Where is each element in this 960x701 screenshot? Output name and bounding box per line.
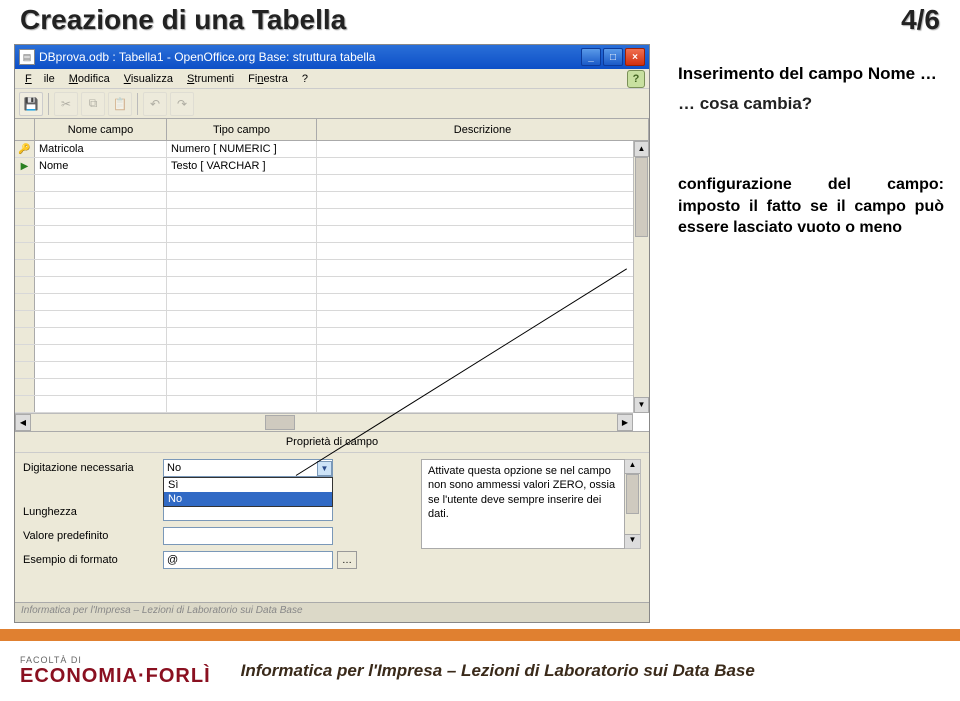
separator	[137, 93, 138, 115]
paste-icon[interactable]: 📋	[108, 92, 132, 116]
window-titlebar[interactable]: ▤ DBprova.odb : Tabella1 - OpenOffice.or…	[15, 45, 649, 69]
prop-required-label: Digitazione necessaria	[23, 462, 163, 474]
col-header-name[interactable]: Nome campo	[35, 119, 167, 140]
scroll-thumb[interactable]	[265, 415, 295, 430]
field-properties-title: Proprietà di campo	[15, 431, 649, 452]
annotation-2: … cosa cambia?	[678, 94, 944, 114]
annotation-3: configurazione del campo: imposto il fat…	[678, 174, 944, 239]
menu-modifica[interactable]: Modifica	[63, 71, 116, 87]
required-dropdown[interactable]: Sì No	[163, 477, 333, 507]
current-row-icon: ▶	[21, 161, 29, 172]
scroll-down-icon[interactable]: ▼	[625, 534, 640, 548]
prop-default-field[interactable]	[163, 527, 333, 545]
slide-footer: FACOLTÀ DI ECONOMIA·FORLÌ Informatica pe…	[0, 629, 960, 701]
separator	[48, 93, 49, 115]
scroll-up-icon[interactable]: ▲	[634, 141, 649, 157]
menubar: File Modifica Visualizza Strumenti Fines…	[15, 69, 649, 89]
annotations: Inserimento del campo Nome … … cosa camb…	[650, 44, 960, 623]
help-text: Attivate questa opzione se nel campo non…	[421, 459, 625, 549]
scroll-up-icon[interactable]: ▲	[625, 460, 640, 474]
prop-required-value: No	[167, 462, 181, 474]
vertical-scrollbar[interactable]: ▲ ▼	[633, 141, 649, 413]
app-window: ▤ DBprova.odb : Tabella1 - OpenOffice.or…	[14, 44, 650, 623]
minimize-button[interactable]: _	[581, 48, 601, 66]
scroll-thumb[interactable]	[635, 157, 648, 237]
cell-name[interactable]: Matricola	[35, 141, 167, 157]
prop-required: Digitazione necessaria No ▼	[23, 459, 411, 477]
footer-dept: ECONOMIA·FORLÌ	[20, 665, 211, 688]
col-header-type[interactable]: Tipo campo	[167, 119, 317, 140]
primary-key-icon: 🔑	[18, 144, 30, 155]
prop-default: Valore predefinito	[23, 527, 411, 545]
dropdown-option-no[interactable]: No	[164, 492, 332, 506]
maximize-button[interactable]: □	[603, 48, 623, 66]
grid-header: Nome campo Tipo campo Descrizione	[15, 119, 649, 141]
cut-icon[interactable]: ✂	[54, 92, 78, 116]
col-header-desc[interactable]: Descrizione	[317, 119, 649, 140]
menu-help[interactable]: ?	[296, 71, 314, 87]
cell-type[interactable]: Testo [ VARCHAR ]	[167, 158, 317, 174]
scroll-thumb[interactable]	[626, 474, 639, 514]
prop-format-label: Esempio di formato	[23, 554, 163, 566]
toolbar: 💾 ✂ ⧉ 📋 ↶ ↷	[15, 89, 649, 119]
row-header-key[interactable]: 🔑	[15, 141, 35, 157]
footer-text: Informatica per l'Impresa – Lezioni di L…	[241, 661, 755, 681]
format-ellipsis-button[interactable]: …	[337, 551, 357, 569]
dropdown-arrow-icon[interactable]: ▼	[317, 461, 332, 476]
scroll-down-icon[interactable]: ▼	[634, 397, 649, 413]
row-header-current[interactable]: ▶	[15, 158, 35, 174]
help-scrollbar[interactable]: ▲ ▼	[625, 459, 641, 549]
prop-format: Esempio di formato @ …	[23, 551, 411, 569]
window-title: DBprova.odb : Tabella1 - OpenOffice.org …	[39, 50, 581, 64]
menu-visualizza[interactable]: Visualizza	[118, 71, 179, 87]
save-icon[interactable]: 💾	[19, 92, 43, 116]
scroll-right-icon[interactable]: ▶	[617, 414, 633, 431]
cell-type[interactable]: Numero [ NUMERIC ]	[167, 141, 317, 157]
slide-title: Creazione di una Tabella	[20, 4, 346, 36]
slide-page: 4/6	[901, 4, 940, 36]
prop-length-label: Lunghezza	[23, 506, 163, 518]
prop-format-field[interactable]: @	[163, 551, 333, 569]
undo-icon[interactable]: ↶	[143, 92, 167, 116]
menu-finestra[interactable]: Finestra	[242, 71, 294, 87]
grid-body[interactable]: 🔑 Matricola Numero [ NUMERIC ] ▶ Nome Te…	[15, 141, 649, 431]
menu-file[interactable]: File	[19, 71, 61, 87]
footer-band	[0, 629, 960, 641]
copy-icon[interactable]: ⧉	[81, 92, 105, 116]
cell-desc[interactable]	[317, 141, 649, 157]
grid-corner[interactable]	[15, 119, 35, 140]
cell-desc[interactable]	[317, 158, 649, 174]
scroll-left-icon[interactable]: ◀	[15, 414, 31, 431]
grid-row[interactable]: ▶ Nome Testo [ VARCHAR ]	[15, 158, 649, 175]
footer-logo: FACOLTÀ DI ECONOMIA·FORLÌ	[20, 655, 211, 688]
footer-faculty: FACOLTÀ DI	[20, 655, 211, 665]
dropdown-option-si[interactable]: Sì	[164, 478, 332, 492]
app-icon: ▤	[19, 49, 35, 65]
menu-strumenti[interactable]: Strumenti	[181, 71, 240, 87]
prop-default-label: Valore predefinito	[23, 530, 163, 542]
close-button[interactable]: ×	[625, 48, 645, 66]
help-icon[interactable]: ?	[627, 70, 645, 88]
annotation-1: Inserimento del campo Nome …	[678, 64, 944, 84]
slide-title-row: Creazione di una Tabella 4/6	[0, 0, 960, 44]
props-help: Attivate questa opzione se nel campo non…	[421, 459, 641, 590]
grid-row[interactable]: 🔑 Matricola Numero [ NUMERIC ]	[15, 141, 649, 158]
redo-icon[interactable]: ↷	[170, 92, 194, 116]
field-properties: Digitazione necessaria No ▼ Sì No Lunghe…	[15, 452, 649, 602]
props-left: Digitazione necessaria No ▼ Sì No Lunghe…	[23, 459, 411, 590]
hidden-footer-text: Informatica per l'Impresa – Lezioni di L…	[15, 602, 649, 622]
horizontal-scrollbar[interactable]: ◀ ▶	[15, 413, 633, 431]
cell-name[interactable]: Nome	[35, 158, 167, 174]
